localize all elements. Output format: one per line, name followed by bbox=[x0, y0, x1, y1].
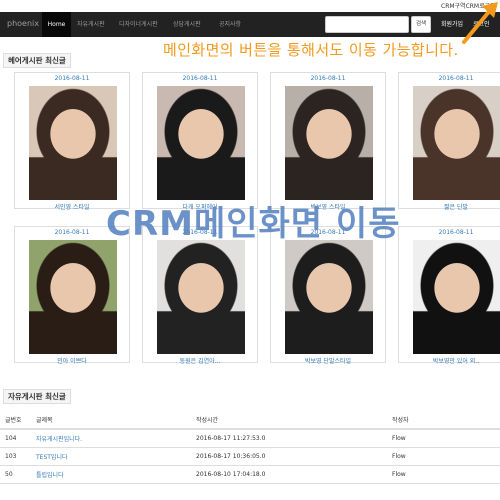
cell-title: TEST입니다 bbox=[31, 447, 191, 466]
section-title-hair-board: 헤어게시판 최신글 bbox=[3, 53, 71, 68]
annotation-blue-text: CRM메인화면 이동 bbox=[106, 204, 401, 244]
free-board-table: 글번호 글제목 작성시간 작성자 104 자유게시판입니다. 2016-08-1… bbox=[0, 411, 500, 484]
cell-author: Flow bbox=[387, 429, 500, 448]
post-link[interactable]: TEST입니다 bbox=[36, 454, 68, 461]
cell-no: 103 bbox=[0, 447, 31, 466]
post-photo[interactable] bbox=[157, 86, 245, 200]
nav-free-board[interactable]: 자유게시판 bbox=[77, 12, 105, 37]
nav-notice[interactable]: 공지사항 bbox=[219, 12, 241, 37]
post-photo[interactable] bbox=[29, 86, 117, 200]
post-date: 2016-08-11 bbox=[310, 75, 346, 82]
post-caption[interactable]: 민아 이쁘다 bbox=[15, 356, 129, 365]
cell-author: Flow bbox=[387, 465, 500, 484]
section-title-free-board: 자유게시판 최신글 bbox=[3, 389, 71, 404]
post-photo[interactable] bbox=[285, 86, 373, 200]
table-row[interactable]: 103 TEST입니다 2016-08-17 10:36:05.0 Flow bbox=[0, 447, 500, 466]
search-input[interactable] bbox=[325, 16, 409, 33]
hair-post-card[interactable]: 2016-08-11 박보영만 있어 외.. bbox=[398, 226, 500, 365]
col-header-no: 글번호 bbox=[0, 411, 31, 430]
cell-time: 2016-08-17 11:27:53.0 bbox=[191, 429, 387, 448]
cell-time: 2016-08-17 10:36:05.0 bbox=[191, 447, 387, 466]
post-caption[interactable]: 짧은 단발 bbox=[399, 202, 500, 211]
hair-post-card[interactable]: 2016-08-11 민아 이쁘다 bbox=[14, 226, 130, 365]
annotation-orange-text: 메인화면의 버튼을 통해서도 이동 가능합니다. bbox=[163, 41, 459, 59]
post-caption[interactable]: 박보영만 있어 외.. bbox=[399, 356, 500, 365]
nav-home[interactable]: Home bbox=[42, 12, 71, 37]
table-row[interactable]: 104 자유게시판입니다. 2016-08-17 11:27:53.0 Flow bbox=[0, 429, 500, 448]
nav-consult-board[interactable]: 상담게시판 bbox=[173, 12, 201, 37]
brand-logo[interactable]: phoenix bbox=[7, 19, 39, 28]
hair-post-card[interactable]: 2016-08-11 서인영 스타일 bbox=[14, 72, 130, 211]
table-row[interactable]: 50 틀립입니다 2016-08-10 17:04:18.0 Flow bbox=[0, 465, 500, 484]
post-photo[interactable] bbox=[157, 240, 245, 354]
post-caption[interactable]: 동원은 김연아... bbox=[143, 356, 257, 365]
col-header-author: 작성자 bbox=[387, 411, 500, 430]
hair-post-card[interactable]: 2016-08-11 동원은 김연아... bbox=[142, 226, 258, 365]
post-date: 2016-08-11 bbox=[438, 229, 474, 236]
table-header-row: 글번호 글제목 작성시간 작성자 bbox=[0, 411, 500, 430]
post-date: 2016-08-11 bbox=[54, 75, 90, 82]
post-link[interactable]: 자유게시판입니다. bbox=[36, 436, 82, 443]
top-navbar: phoenix Home 자유게시판 디자이너게시판 상담게시판 공지사항 검색… bbox=[0, 12, 500, 37]
post-date: 2016-08-11 bbox=[438, 75, 474, 82]
post-link[interactable]: 틀립입니다 bbox=[36, 472, 64, 479]
nav-designer-board[interactable]: 디자이너게시판 bbox=[119, 12, 158, 37]
hair-post-card[interactable]: 2016-08-11 박보영 스타일 bbox=[270, 72, 386, 211]
post-photo[interactable] bbox=[29, 240, 117, 354]
post-photo[interactable] bbox=[285, 240, 373, 354]
cell-title: 자유게시판입니다. bbox=[31, 429, 191, 448]
cell-author: Flow bbox=[387, 447, 500, 466]
cell-no: 104 bbox=[0, 429, 31, 448]
post-photo[interactable] bbox=[413, 240, 500, 354]
hair-post-card[interactable]: 2016-08-11 짧은 단발 bbox=[398, 72, 500, 211]
cell-no: 50 bbox=[0, 465, 31, 484]
annotation-arrow bbox=[462, 2, 498, 44]
cell-title: 틀립입니다 bbox=[31, 465, 191, 484]
col-header-time: 작성시간 bbox=[191, 411, 387, 430]
search-button[interactable]: 검색 bbox=[411, 16, 431, 33]
col-header-title: 글제목 bbox=[31, 411, 191, 430]
post-caption[interactable]: 박보영 단발스타일 bbox=[271, 356, 385, 365]
hair-post-card[interactable]: 2016-08-11 다캐 오퍼헤어 bbox=[142, 72, 258, 211]
hair-post-card[interactable]: 2016-08-11 박보영 단발스타일 bbox=[270, 226, 386, 365]
post-date: 2016-08-11 bbox=[182, 75, 218, 82]
post-photo[interactable] bbox=[413, 86, 500, 200]
cell-time: 2016-08-10 17:04:18.0 bbox=[191, 465, 387, 484]
